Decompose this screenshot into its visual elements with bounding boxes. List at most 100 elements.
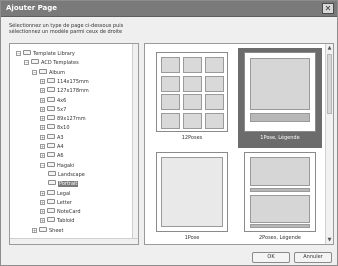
tree-item-label: 4x6 xyxy=(57,97,67,104)
tree-horizontal-scrollbar[interactable] xyxy=(10,238,138,244)
tree-item[interactable]: − ACD Templates xyxy=(24,59,79,66)
folder-icon xyxy=(47,217,55,223)
expand-icon[interactable]: + xyxy=(40,218,45,224)
folder-icon xyxy=(47,198,55,204)
tree-item[interactable]: + Letter xyxy=(40,198,72,206)
tree-item-label: Portrait xyxy=(58,181,79,188)
layout-thumbnail[interactable]: 12Poses xyxy=(150,48,234,148)
folder-icon xyxy=(47,105,55,111)
folder-icon xyxy=(47,143,55,148)
tree-item-label: Legal xyxy=(57,190,71,197)
tree-vertical-scrollbar[interactable] xyxy=(132,44,138,240)
expand-icon[interactable]: + xyxy=(40,144,45,149)
expand-icon[interactable]: + xyxy=(40,88,45,94)
expand-icon[interactable]: + xyxy=(40,190,45,196)
template-tree[interactable]: − Template Library − ACD Templates − Album +11… xyxy=(9,43,139,245)
caption-box xyxy=(250,113,310,122)
folder-icon xyxy=(31,59,39,65)
expand-icon[interactable]: + xyxy=(40,153,45,159)
tree-item-label: A3 xyxy=(57,134,64,141)
photo-frame xyxy=(250,157,310,186)
page-preview xyxy=(244,52,316,132)
expand-icon[interactable]: + xyxy=(40,106,45,112)
scroll-down-icon[interactable]: ▼ xyxy=(326,236,333,244)
folder-icon xyxy=(47,152,55,158)
tree-item-label: Letter xyxy=(57,199,72,206)
ok-button[interactable]: OK xyxy=(252,252,290,263)
tree-item-label: Hagaki xyxy=(57,162,75,169)
cancel-button[interactable]: Annuler xyxy=(294,252,332,263)
folder-icon xyxy=(47,124,55,130)
expand-icon[interactable]: + xyxy=(40,97,45,103)
folder-icon xyxy=(47,189,55,195)
expand-icon[interactable]: + xyxy=(40,199,45,205)
layout-thumbnail[interactable]: 1Pose, Légende xyxy=(238,48,322,148)
layout-label: 2Poses, Légende xyxy=(259,235,301,241)
photo-frame xyxy=(161,157,223,227)
tree-item[interactable]: + Legal xyxy=(40,189,71,197)
tree-item[interactable]: + NoteCard xyxy=(40,208,81,215)
caption-box xyxy=(250,188,310,192)
tree-item[interactable]: +4x6 xyxy=(40,96,67,104)
collapse-icon[interactable]: − xyxy=(40,162,45,168)
gallery-scrollbar[interactable]: ▲ ▼ xyxy=(325,44,333,244)
tree-item-label: Tabloid xyxy=(57,218,75,225)
expand-icon[interactable]: + xyxy=(40,134,45,140)
tree-item[interactable]: +127x178mm xyxy=(40,87,89,94)
tree-item[interactable]: +89x127mm xyxy=(40,115,86,122)
collapse-icon[interactable]: − xyxy=(16,51,21,56)
tree-item[interactable]: + Sheet xyxy=(32,226,64,234)
tree-item[interactable]: − Template Library xyxy=(16,50,75,57)
title-bar[interactable]: Ajouter Page ✕ xyxy=(1,1,337,17)
photo-frame xyxy=(205,94,224,110)
tree-item-label: Album xyxy=(49,69,66,76)
photo-frame xyxy=(205,75,224,92)
tree-item[interactable]: + A3 xyxy=(40,133,64,141)
instructions-line-2: sélectionnez un modèle parmi ceux de dro… xyxy=(9,29,123,35)
tree-item[interactable]: − Hagaki xyxy=(40,161,75,169)
tree-item[interactable]: Portrait xyxy=(48,180,79,188)
collapse-icon[interactable]: − xyxy=(32,69,37,75)
close-button[interactable]: ✕ xyxy=(322,3,334,14)
collapse-icon[interactable]: − xyxy=(24,60,29,66)
dialog-title: Ajouter Page xyxy=(6,4,58,12)
tree-item[interactable]: Landscape xyxy=(48,170,85,178)
tree-item[interactable]: + A6 xyxy=(40,152,64,159)
tree-item[interactable]: +8x10 xyxy=(40,124,70,131)
layout-thumbnail[interactable]: 2Poses, Légende xyxy=(238,148,322,244)
expand-icon[interactable]: + xyxy=(32,227,37,233)
scroll-up-icon[interactable]: ▲ xyxy=(326,44,333,52)
folder-icon xyxy=(47,115,55,121)
photo-frame xyxy=(161,75,180,92)
folder-icon xyxy=(48,170,56,176)
folder-icon xyxy=(47,208,55,214)
tree-item[interactable]: + Tabloid xyxy=(40,217,74,224)
layout-label: 12Poses xyxy=(181,135,203,141)
folder-icon xyxy=(23,50,31,55)
expand-icon[interactable]: + xyxy=(40,125,45,131)
tree-item[interactable]: + A4 xyxy=(40,143,64,150)
expand-icon[interactable]: + xyxy=(40,209,45,215)
expand-icon[interactable]: + xyxy=(40,78,45,84)
close-icon: ✕ xyxy=(324,4,332,13)
layout-thumbnail[interactable]: 1Pose xyxy=(150,148,234,244)
expand-icon[interactable]: + xyxy=(40,116,45,122)
folder-icon xyxy=(47,161,55,167)
photo-frame xyxy=(183,57,202,73)
scroll-thumb[interactable] xyxy=(327,54,332,114)
photo-frame xyxy=(183,94,202,110)
photo-frame xyxy=(161,57,180,73)
tree-item-label: Sheet xyxy=(49,227,64,234)
folder-icon xyxy=(47,96,55,102)
layout-gallery: ▲ ▼ 12Poses 1Pose, Légende 1Pose 2Poses, Lé… xyxy=(144,43,334,245)
tree-item[interactable]: +5x7 xyxy=(40,105,66,113)
photo-frame xyxy=(250,195,310,223)
folder-icon xyxy=(47,133,55,139)
instructions-text: Sélectionnez un type de page ci-dessous … xyxy=(9,23,169,35)
folder-icon xyxy=(47,77,55,83)
tree-item[interactable]: +114x175mm xyxy=(40,77,89,85)
tree-item[interactable]: − Album xyxy=(32,68,66,76)
folder-icon xyxy=(47,87,55,93)
tree-item-label: 114x175mm xyxy=(57,78,89,85)
tree-item-label: NoteCard xyxy=(57,209,81,216)
